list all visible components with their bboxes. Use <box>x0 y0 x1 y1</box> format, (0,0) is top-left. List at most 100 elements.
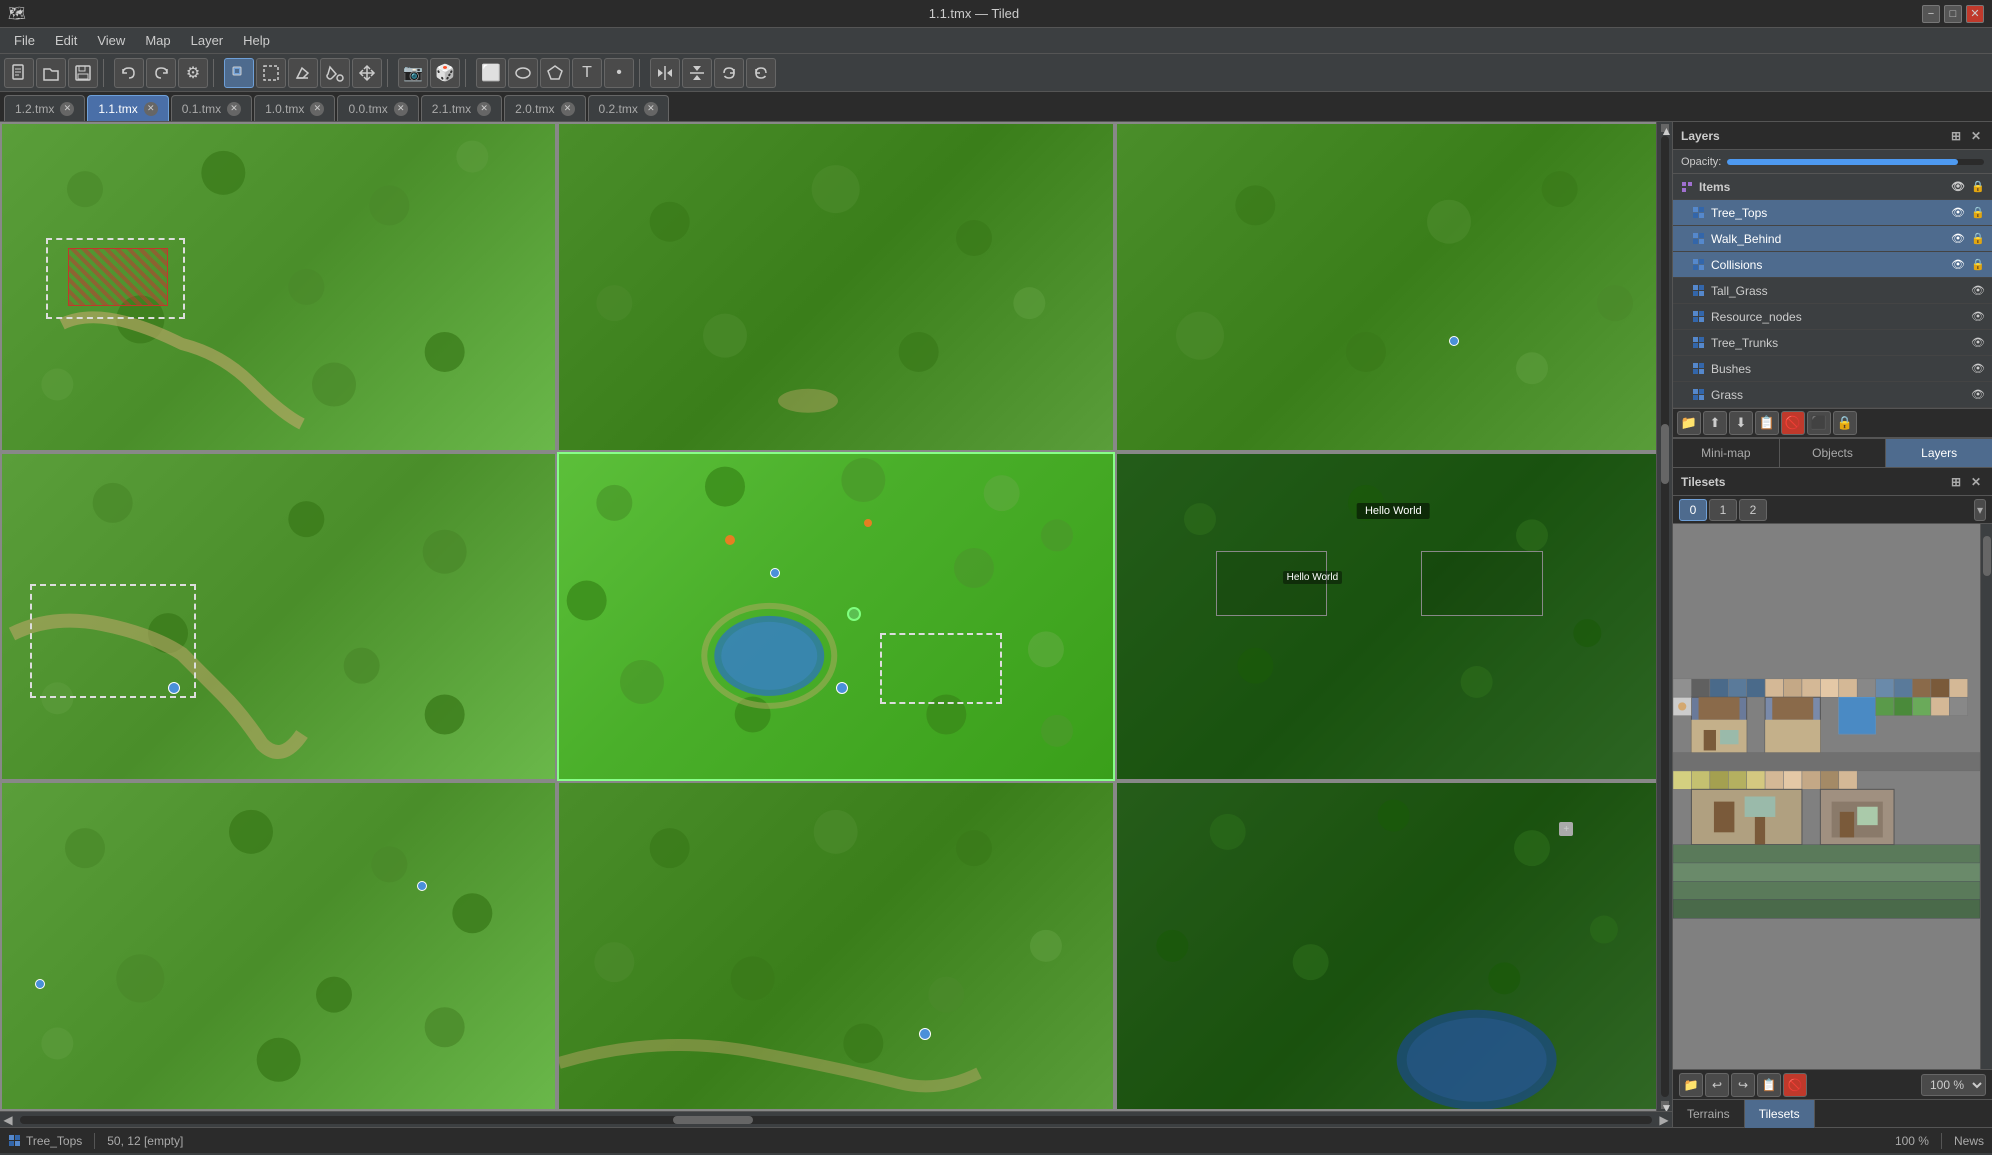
layer-tallgrass-vis[interactable]: 👁 <box>1970 283 1986 299</box>
layer-grass-vis[interactable]: 👁 <box>1970 387 1986 403</box>
tab-layers[interactable]: Layers <box>1886 439 1992 467</box>
layer-grass[interactable]: Grass 👁 <box>1673 382 1992 408</box>
tab-1-1-close[interactable]: ✕ <box>144 102 158 116</box>
scroll-down-btn[interactable]: ▼ <box>1661 1101 1669 1109</box>
ellipse-tool[interactable] <box>508 58 538 88</box>
tab-2-0-close[interactable]: ✕ <box>561 102 575 116</box>
tab-minimap[interactable]: Mini-map <box>1673 439 1780 467</box>
layer-collisions-lock[interactable]: 🔒 <box>1970 257 1986 273</box>
tab-terrains[interactable]: Terrains <box>1673 1100 1745 1128</box>
tilesets-float-button[interactable]: ⊞ <box>1948 474 1964 490</box>
rotate-cw-button[interactable] <box>714 58 744 88</box>
map-viewport[interactable]: Hello World Hello World <box>0 122 1672 1111</box>
vertical-scrollbar[interactable]: ▲ ▼ <box>1656 122 1672 1111</box>
capture-tool[interactable]: 📷 <box>398 58 428 88</box>
layer-items-lock[interactable]: 🔒 <box>1970 179 1986 195</box>
tab-2-0[interactable]: 2.0.tmx ✕ <box>504 95 585 121</box>
menu-view[interactable]: View <box>87 31 135 50</box>
layer-treetops-lock[interactable]: 🔒 <box>1970 205 1986 221</box>
v-scroll-track[interactable] <box>1661 136 1669 1097</box>
v-scroll-thumb[interactable] <box>1661 424 1669 484</box>
map-cell-2-2[interactable]: + <box>1115 781 1672 1111</box>
flip-h-button[interactable] <box>650 58 680 88</box>
tab-0-0[interactable]: 0.0.tmx ✕ <box>337 95 418 121</box>
tab-1-2[interactable]: 1.2.tmx ✕ <box>4 95 85 121</box>
h-scroll-thumb[interactable] <box>673 1116 753 1124</box>
layer-lock-btn[interactable]: 🔒 <box>1833 411 1857 435</box>
tileset-tab-0[interactable]: 0 <box>1679 499 1707 521</box>
layer-treetrunks-vis[interactable]: 👁 <box>1970 335 1986 351</box>
move-layer-down-btn[interactable]: ⬇ <box>1729 411 1753 435</box>
random-tool[interactable]: 🎲 <box>430 58 460 88</box>
tab-objects[interactable]: Objects <box>1780 439 1887 467</box>
move-tool[interactable] <box>352 58 382 88</box>
redo-button[interactable] <box>146 58 176 88</box>
layers-float-button[interactable]: ⊞ <box>1948 128 1964 144</box>
tilesets-vertical-scroll[interactable] <box>1980 524 1992 1069</box>
tilesets-zoom-select[interactable]: 100 % 50 % 200 % <box>1921 1074 1986 1096</box>
layer-items-group[interactable]: Items 👁 🔒 <box>1673 174 1992 200</box>
tab-1-2-close[interactable]: ✕ <box>60 102 74 116</box>
layer-collisions-vis[interactable]: 👁 <box>1950 257 1966 273</box>
new-button[interactable] <box>4 58 34 88</box>
menu-layer[interactable]: Layer <box>181 31 234 50</box>
tileset-redo-btn[interactable]: ↪ <box>1731 1073 1755 1097</box>
map-cell-1-0[interactable] <box>0 452 557 782</box>
map-cell-2-0[interactable] <box>0 781 557 1111</box>
layer-tallgrass[interactable]: Tall_Grass 👁 <box>1673 278 1992 304</box>
layer-walkbehind-lock[interactable]: 🔒 <box>1970 231 1986 247</box>
layer-bushes[interactable]: Bushes 👁 <box>1673 356 1992 382</box>
layer-walkbehind[interactable]: Walk_Behind 👁 🔒 <box>1673 226 1992 252</box>
layers-close-button[interactable]: ✕ <box>1968 128 1984 144</box>
tab-1-1[interactable]: 1.1.tmx ✕ <box>87 95 168 121</box>
tilesets-scroll-thumb[interactable] <box>1983 536 1991 576</box>
open-button[interactable] <box>36 58 66 88</box>
tab-0-1[interactable]: 0.1.tmx ✕ <box>171 95 252 121</box>
tab-0-2-close[interactable]: ✕ <box>644 102 658 116</box>
tileset-undo-btn[interactable]: ↩ <box>1705 1073 1729 1097</box>
scroll-up-btn[interactable]: ▲ <box>1661 124 1669 132</box>
minimize-button[interactable]: − <box>1922 5 1940 23</box>
tileset-copy-btn[interactable]: 📋 <box>1757 1073 1781 1097</box>
stamp-tool[interactable] <box>224 58 254 88</box>
add-layer-folder-btn[interactable]: 📁 <box>1677 411 1701 435</box>
tileset-tab-2[interactable]: 2 <box>1739 499 1767 521</box>
undo-button[interactable] <box>114 58 144 88</box>
rotate-ccw-button[interactable] <box>746 58 776 88</box>
tab-2-1-close[interactable]: ✕ <box>477 102 491 116</box>
tilesets-dropdown[interactable]: ▾ <box>1974 499 1986 521</box>
save-button[interactable] <box>68 58 98 88</box>
h-scroll-track[interactable] <box>20 1116 1652 1124</box>
tilesets-close-button[interactable]: ✕ <box>1968 474 1984 490</box>
tab-0-0-close[interactable]: ✕ <box>394 102 408 116</box>
remove-layer-btn[interactable]: 🚫 <box>1781 411 1805 435</box>
layer-treetops-vis[interactable]: 👁 <box>1950 205 1966 221</box>
layer-settings-btn[interactable]: ⬛ <box>1807 411 1831 435</box>
tab-1-0-close[interactable]: ✕ <box>310 102 324 116</box>
scroll-right-btn[interactable]: ▶ <box>1656 1113 1672 1127</box>
map-cell-0-1[interactable] <box>557 122 1114 452</box>
map-cell-2-1[interactable] <box>557 781 1114 1111</box>
layer-bushes-vis[interactable]: 👁 <box>1970 361 1986 377</box>
tileset-remove-btn[interactable]: 🚫 <box>1783 1073 1807 1097</box>
select-region-tool[interactable] <box>256 58 286 88</box>
scroll-left-btn[interactable]: ◀ <box>0 1113 16 1127</box>
layer-resourcenodes-vis[interactable]: 👁 <box>1970 309 1986 325</box>
layer-items-vis[interactable]: 👁 <box>1950 179 1966 195</box>
point-tool[interactable]: • <box>604 58 634 88</box>
layer-walkbehind-vis[interactable]: 👁 <box>1950 231 1966 247</box>
tilesets-image-area[interactable] <box>1673 524 1992 1069</box>
map-cell-0-2[interactable] <box>1115 122 1672 452</box>
menu-help[interactable]: Help <box>233 31 280 50</box>
tab-2-1[interactable]: 2.1.tmx ✕ <box>421 95 502 121</box>
layer-treetops[interactable]: Tree_Tops 👁 🔒 <box>1673 200 1992 226</box>
layer-treetrunks[interactable]: Tree_Trunks 👁 <box>1673 330 1992 356</box>
fill-tool[interactable] <box>320 58 350 88</box>
close-button[interactable]: ✕ <box>1966 5 1984 23</box>
maximize-button[interactable]: □ <box>1944 5 1962 23</box>
erase-tool[interactable] <box>288 58 318 88</box>
tab-0-2[interactable]: 0.2.tmx ✕ <box>588 95 669 121</box>
polygon-tool[interactable] <box>540 58 570 88</box>
map-cell-1-1[interactable] <box>557 452 1114 782</box>
rect-tool[interactable]: ⬜ <box>476 58 506 88</box>
